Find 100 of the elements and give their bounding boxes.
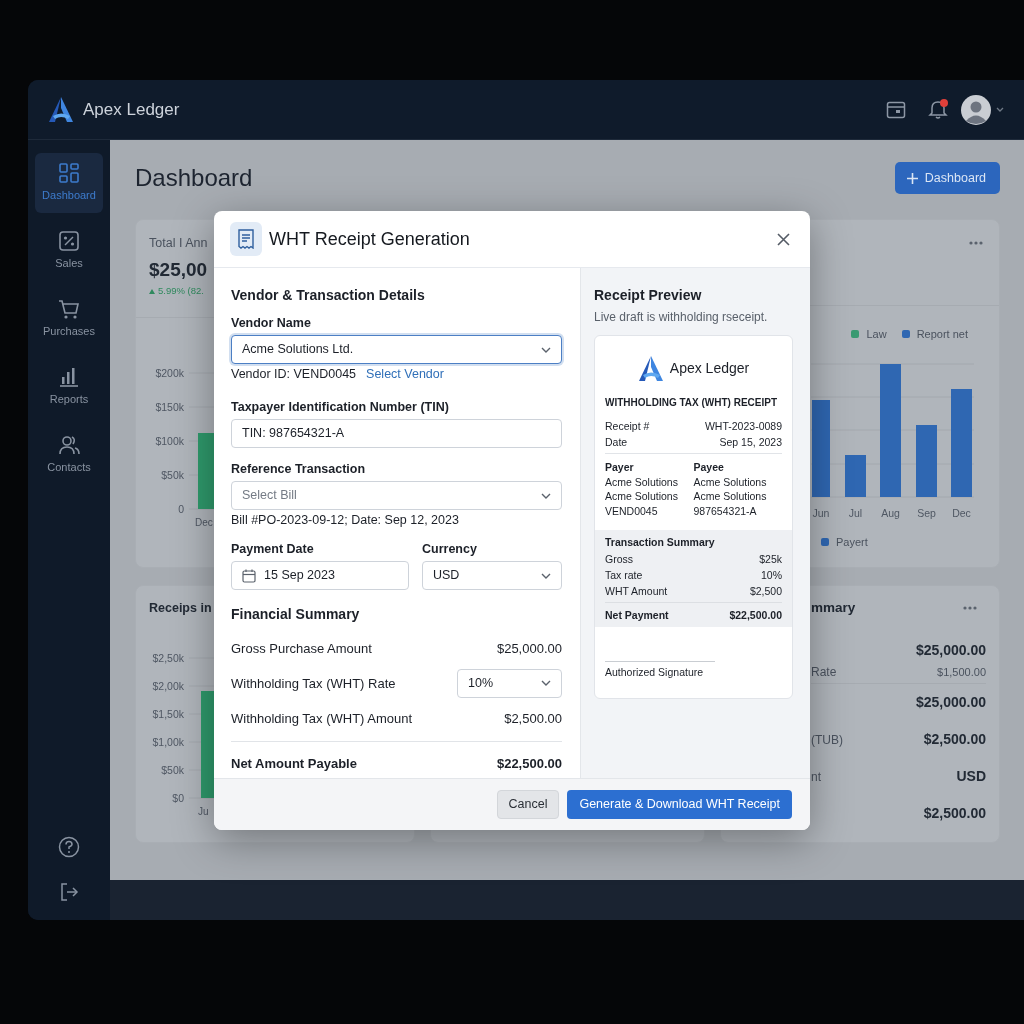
section-title: Vendor & Transaction Details bbox=[231, 286, 426, 305]
more-icon[interactable] bbox=[963, 606, 977, 611]
row-label: (TUB) bbox=[811, 731, 843, 749]
page-title: Dashboard bbox=[135, 163, 253, 193]
summary-value: $2,500.00 bbox=[504, 709, 562, 728]
field-label: Currency bbox=[422, 542, 478, 558]
sidebar-item[interactable]: Reports bbox=[35, 357, 103, 417]
select-vendor-link[interactable]: Select Vendor bbox=[366, 367, 444, 381]
axis-label: $2,00k bbox=[152, 679, 184, 692]
avatar-icon[interactable] bbox=[961, 94, 991, 125]
axis-label: $2,50k bbox=[152, 651, 184, 664]
vendor-id-text: Vendor ID: VEND0045 bbox=[231, 367, 357, 381]
vendor-select[interactable]: Acme Solutions Ltd. bbox=[231, 335, 562, 364]
receipt-label: Date bbox=[605, 435, 628, 450]
summary-label: Gross Purchase Amount bbox=[231, 639, 372, 658]
add-dashboard-button[interactable]: Dashboard bbox=[894, 162, 1000, 194]
party-detail: Acme Solutions bbox=[693, 489, 768, 504]
axis-label: 0 bbox=[178, 502, 184, 515]
axis-label: $100k bbox=[155, 434, 184, 447]
people-icon bbox=[58, 434, 80, 457]
total-amount: $25,00 bbox=[149, 257, 208, 282]
legend-label: Report net bbox=[916, 327, 968, 342]
card-title: Receips in bbox=[149, 600, 212, 617]
close-icon[interactable] bbox=[777, 232, 790, 246]
field-label: Taxpayer Identification Number (TIN) bbox=[231, 399, 450, 415]
receipt-label: WHT Amount bbox=[605, 583, 668, 599]
logo-icon bbox=[48, 96, 74, 123]
receipt-label: Gross bbox=[605, 551, 633, 567]
net-payment-value: $22,500.00 bbox=[729, 607, 782, 623]
receipt-heading: WITHHOLDING TAX (WHT) RECEIPT bbox=[605, 396, 779, 410]
summary-label: Net Amount Payable bbox=[231, 755, 357, 774]
party-detail: Acme Solutions bbox=[605, 474, 679, 489]
axis-label: Aug bbox=[881, 506, 900, 519]
receipt-brand: Apex Ledger bbox=[669, 359, 750, 378]
receipt-label: Receipt # bbox=[605, 419, 650, 434]
date-field[interactable]: 15 Sep 2023 bbox=[231, 561, 409, 591]
logo-icon bbox=[637, 355, 664, 382]
sidebar-item[interactable]: Sales bbox=[35, 221, 103, 281]
axis-label: $1,50k bbox=[152, 707, 184, 720]
receipt-value: $2,500 bbox=[749, 583, 782, 599]
legend-label: Payert bbox=[836, 534, 868, 550]
plus-icon bbox=[906, 172, 918, 184]
calendar-icon[interactable] bbox=[886, 100, 906, 119]
party-detail: Acme Solutions bbox=[693, 474, 768, 489]
grid-icon bbox=[58, 162, 80, 185]
caret-icon bbox=[541, 346, 551, 353]
axis-label: $200k bbox=[155, 366, 184, 379]
logout-icon[interactable] bbox=[59, 882, 79, 902]
more-icon[interactable] bbox=[969, 241, 983, 245]
up-triangle-icon bbox=[149, 288, 155, 294]
help-icon[interactable] bbox=[58, 836, 80, 858]
party-detail: VEND0045 bbox=[605, 503, 659, 518]
receipt-value: WHT-2023-0089 bbox=[704, 419, 782, 434]
axis-label: $1,00k bbox=[152, 735, 184, 748]
caret-icon[interactable] bbox=[996, 106, 1004, 113]
row-value: $25,000.00 bbox=[915, 640, 986, 660]
app-name: Apex Ledger bbox=[83, 98, 180, 121]
field-label: Payment Date bbox=[231, 542, 315, 558]
currency-select[interactable]: USD bbox=[422, 561, 562, 591]
row-label: Rate bbox=[811, 663, 837, 681]
sidebar-item[interactable]: Purchases bbox=[35, 289, 103, 349]
axis-label: Dec bbox=[952, 506, 971, 519]
bill-reference-text: Bill #PO-2023-09-12; Date: Sep 12, 2023 bbox=[231, 512, 460, 529]
section-title: Financial Summary bbox=[231, 605, 361, 625]
axis-label: Dec bbox=[195, 516, 213, 528]
net-payment-label: Net Payment bbox=[605, 607, 669, 623]
party-detail: Acme Solutions bbox=[605, 489, 679, 504]
receipt-value: 10% bbox=[761, 567, 782, 583]
preview-title: Receipt Preview bbox=[594, 286, 703, 305]
axis-label: Ju bbox=[198, 805, 209, 817]
sidebar-item[interactable]: Dashboard bbox=[35, 153, 103, 213]
field-label: Vendor Name bbox=[231, 316, 312, 331]
party-detail: 987654321-A bbox=[693, 503, 758, 518]
party-title: Payee bbox=[693, 460, 725, 475]
axis-label: Sep bbox=[917, 506, 936, 519]
tin-field[interactable]: TIN: 987654321-A bbox=[231, 418, 562, 448]
preview-subtitle: Live draft is withholding rseceipt. bbox=[594, 309, 769, 326]
row-value: $2,500.00 bbox=[923, 730, 986, 750]
cancel-button[interactable]: Cancel bbox=[496, 790, 560, 819]
card-title: mmary bbox=[811, 599, 856, 617]
receipt-value: $25k bbox=[759, 551, 782, 567]
party-title: Payer bbox=[605, 460, 635, 475]
caret-icon bbox=[541, 572, 551, 579]
sidebar-item[interactable]: Contacts bbox=[35, 425, 103, 485]
summary-title: Transaction Summary bbox=[605, 535, 716, 550]
summary-label: Withholding Tax (WHT) Rate bbox=[231, 674, 396, 693]
bell-icon[interactable] bbox=[928, 99, 949, 120]
axis-label: $50k bbox=[161, 763, 184, 776]
receipt-value: Sep 15, 2023 bbox=[719, 435, 782, 450]
row-value: $25,000.00 bbox=[915, 693, 986, 713]
generate-receipt-button[interactable]: Generate & Download WHT Receipt bbox=[567, 790, 792, 819]
summary-label: Withholding Tax (WHT) Amount bbox=[231, 709, 413, 728]
axis-label: $150k bbox=[155, 400, 184, 413]
caret-icon bbox=[541, 492, 551, 499]
axis-label: Jun bbox=[812, 506, 830, 519]
card-title: Total I Ann bbox=[149, 235, 208, 252]
row-label: nt bbox=[811, 768, 821, 786]
bill-select[interactable]: Select Bill bbox=[231, 480, 562, 510]
dialog-title: WHT Receipt Generation bbox=[269, 227, 471, 251]
rate-select[interactable]: 10% bbox=[457, 668, 562, 698]
